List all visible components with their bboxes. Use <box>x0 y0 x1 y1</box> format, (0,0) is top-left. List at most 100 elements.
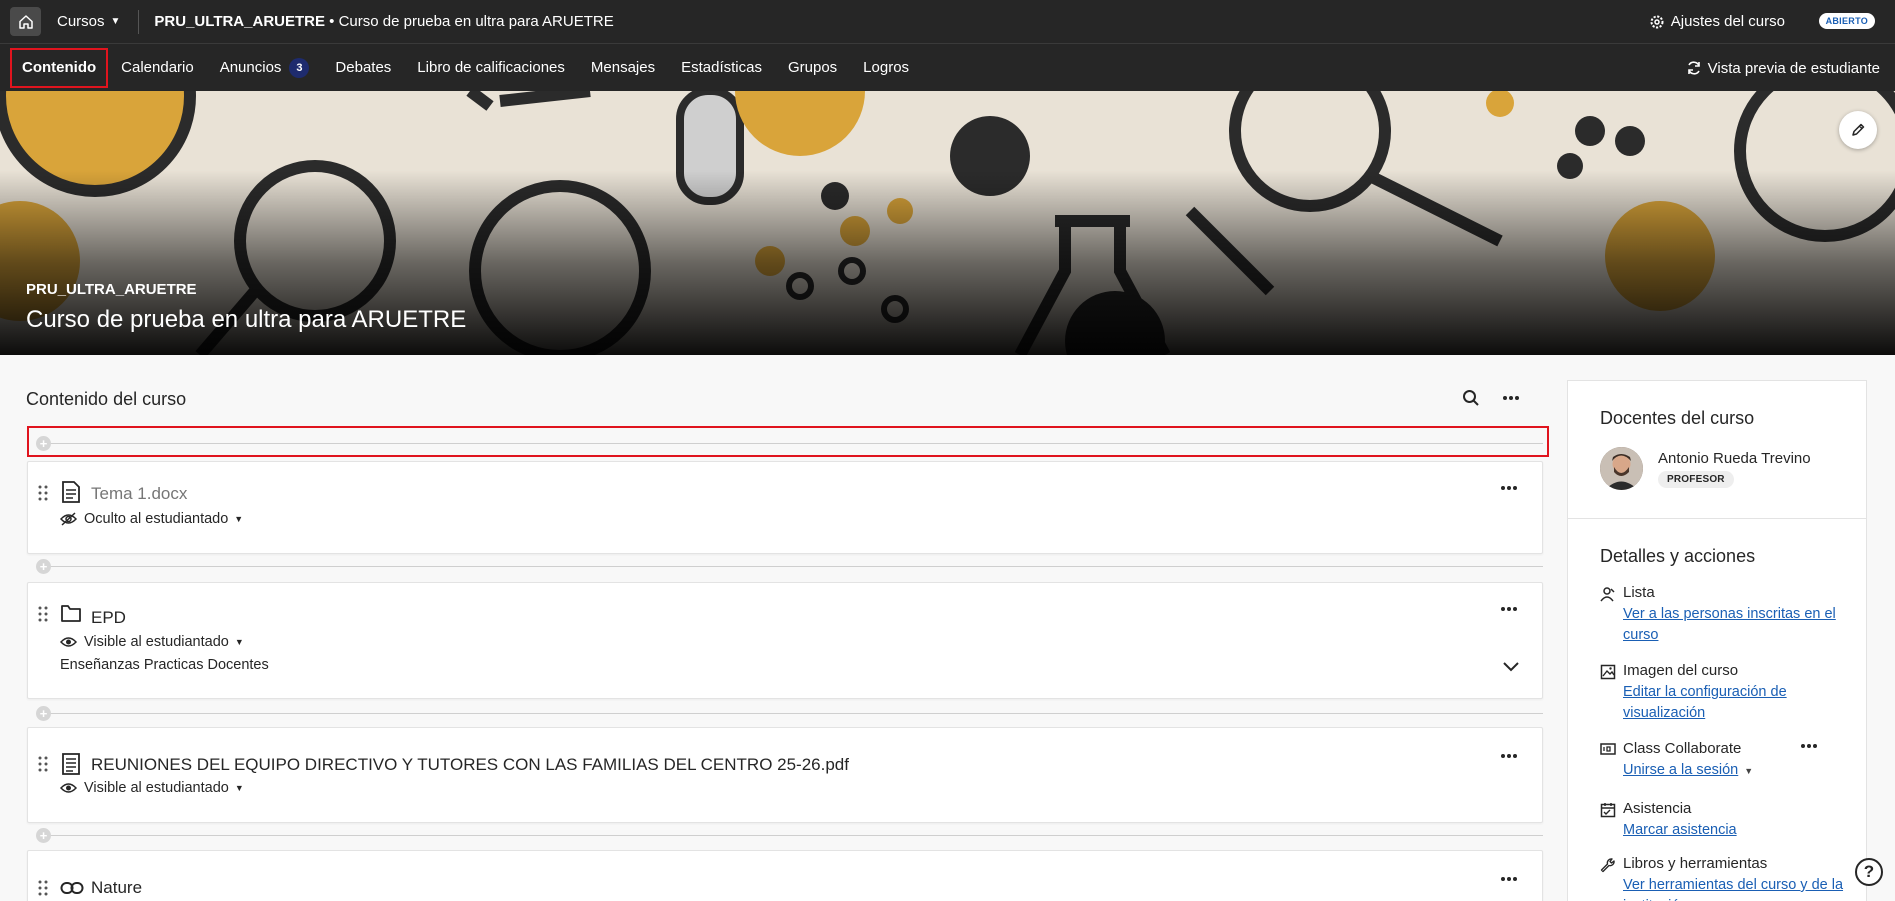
drag-handle-icon[interactable] <box>38 880 48 896</box>
teacher-photo <box>1600 447 1643 490</box>
count-badge: 3 <box>289 57 310 78</box>
tab-libro-calificaciones[interactable]: Libro de calificaciones <box>404 48 578 88</box>
teacher-name[interactable]: Antonio Rueda Trevino <box>1658 450 1811 467</box>
teacher-role-badge: PROFESOR <box>1658 471 1734 488</box>
breadcrumb-course-name: • Curso de prueba en ultra para ARUETRE <box>325 13 614 30</box>
content-item[interactable]: Nature <box>27 850 1543 901</box>
tab-label: Contenido <box>22 59 97 76</box>
chevron-down-icon: ▼ <box>234 637 244 647</box>
add-content-icon[interactable]: + <box>36 436 51 451</box>
chevron-down-icon[interactable] <box>1502 661 1520 672</box>
status-badge: ABIERTO <box>1818 13 1875 29</box>
collaborate-icon <box>1600 743 1616 755</box>
document-icon <box>62 753 80 775</box>
divider <box>1568 518 1866 519</box>
join-session-dropdown[interactable]: Unirse a la sesión ▼ <box>1623 760 1853 782</box>
courses-label: Cursos <box>57 13 105 30</box>
roster-link[interactable]: Ver a las personas inscritas en el curso <box>1623 604 1853 646</box>
more-options-icon[interactable] <box>1500 485 1518 491</box>
more-options-icon[interactable] <box>1500 876 1518 882</box>
drag-handle-icon[interactable] <box>38 485 48 501</box>
attendance-icon <box>1600 803 1616 818</box>
document-icon <box>62 481 80 503</box>
books-tools-link[interactable]: Ver herramientas del curso y de la insti… <box>1623 875 1853 901</box>
tab-estadisticas[interactable]: Estadísticas <box>668 48 775 88</box>
divider <box>138 9 140 34</box>
visibility-label: Visible al estudiantado <box>84 634 229 650</box>
page-title: Contenido del curso <box>26 389 187 409</box>
insert-divider <box>50 443 1543 444</box>
attendance-link[interactable]: Marcar asistencia <box>1623 820 1853 841</box>
details-heading: Detalles y acciones <box>1600 546 1756 566</box>
action-title: Asistencia <box>1623 800 1692 817</box>
tab-grupos[interactable]: Grupos <box>775 48 850 88</box>
courses-dropdown[interactable]: Cursos ▼ <box>57 13 120 30</box>
tab-label: Grupos <box>787 59 838 76</box>
content-title[interactable]: Tema 1.docx <box>91 484 187 504</box>
course-settings-button[interactable]: Ajustes del curso <box>1649 0 1785 43</box>
question-mark-icon: ? <box>1863 862 1875 881</box>
student-preview-label: Vista previa de estudiante <box>1707 59 1880 77</box>
drag-handle-icon[interactable] <box>38 756 48 772</box>
avatar[interactable] <box>1600 447 1643 490</box>
visibility-dropdown[interactable]: Oculto al estudiantado ▼ <box>60 511 243 527</box>
action-title: Libros y herramientas <box>1623 855 1768 872</box>
add-content-icon[interactable]: + <box>36 706 51 721</box>
action-title: Lista <box>1623 584 1655 601</box>
tab-label: Mensajes <box>590 59 656 76</box>
add-content-icon[interactable]: + <box>36 559 51 574</box>
add-content-icon[interactable]: + <box>36 828 51 843</box>
tab-label: Logros <box>863 59 910 76</box>
visibility-dropdown[interactable]: Visible al estudiantado ▼ <box>60 780 244 796</box>
action-title: Imagen del curso <box>1623 662 1739 679</box>
tab-label: Calendario <box>121 59 194 76</box>
teachers-heading: Docentes del curso <box>1600 408 1755 428</box>
content-item[interactable]: EPD Visible al estudiantado ▼ Enseñanzas … <box>27 582 1543 699</box>
chevron-down-icon: ▼ <box>234 514 244 524</box>
course-image-link[interactable]: Editar la configuración de visualización <box>1623 682 1853 724</box>
image-icon <box>1600 664 1616 680</box>
refresh-icon <box>1687 61 1700 75</box>
wrench-icon <box>1600 858 1615 873</box>
visibility-dropdown[interactable]: Visible al estudiantado ▼ <box>60 634 244 650</box>
home-button[interactable] <box>10 7 41 36</box>
tab-mensajes[interactable]: Mensajes <box>578 48 668 88</box>
gear-icon <box>1650 15 1664 28</box>
tab-label: Estadísticas <box>681 59 762 76</box>
more-options-icon[interactable] <box>1502 389 1520 407</box>
content-item[interactable]: REUNIONES DEL EQUIPO DIRECTIVO Y TUTORES… <box>27 727 1543 823</box>
tab-contenido[interactable]: Contenido <box>10 47 109 88</box>
tab-logros[interactable]: Logros <box>850 48 922 88</box>
top-bar: Cursos ▼ PRU_ULTRA_ARUETRE • Curso de pr… <box>0 0 1895 43</box>
edit-banner-button[interactable] <box>1839 111 1877 149</box>
more-options-icon[interactable] <box>1500 606 1518 612</box>
tab-calendario[interactable]: Calendario <box>108 48 207 88</box>
pencil-icon <box>1852 123 1865 136</box>
folder-icon <box>61 605 81 622</box>
chevron-down-icon: ▼ <box>110 16 121 27</box>
content-title[interactable]: EPD <box>91 608 126 628</box>
more-options-icon[interactable] <box>1500 753 1518 759</box>
tab-label: Debates <box>335 59 392 76</box>
content-item[interactable]: Tema 1.docx Oculto al estudiantado ▼ <box>27 461 1543 554</box>
visibility-label: Oculto al estudiantado <box>84 511 229 527</box>
content-title[interactable]: Nature <box>91 878 142 898</box>
roster-icon <box>1600 587 1615 602</box>
search-icon[interactable] <box>1462 389 1480 407</box>
tab-debates[interactable]: Debates <box>322 48 404 88</box>
banner-course-title: Curso de prueba en ultra para ARUETRE <box>26 306 467 333</box>
eye-icon <box>60 637 77 647</box>
content-title[interactable]: REUNIONES DEL EQUIPO DIRECTIVO Y TUTORES… <box>91 755 849 775</box>
student-preview-button[interactable]: Vista previa de estudiante <box>1686 44 1880 92</box>
chevron-down-icon: ▼ <box>234 783 244 793</box>
breadcrumb-course-code: PRU_ULTRA_ARUETRE <box>154 13 325 30</box>
tab-anuncios[interactable]: Anuncios 3 <box>207 48 323 88</box>
insert-divider <box>50 713 1543 714</box>
more-options-icon[interactable] <box>1800 743 1818 749</box>
help-button[interactable]: ? <box>1855 858 1883 886</box>
content-description: Enseñanzas Practicas Docentes <box>60 657 269 673</box>
insert-content-row-highlighted[interactable] <box>27 426 1549 457</box>
drag-handle-icon[interactable] <box>38 606 48 622</box>
course-banner: PRU_ULTRA_ARUETRE Curso de prueba en ult… <box>0 91 1895 355</box>
eye-hidden-icon <box>60 512 77 526</box>
